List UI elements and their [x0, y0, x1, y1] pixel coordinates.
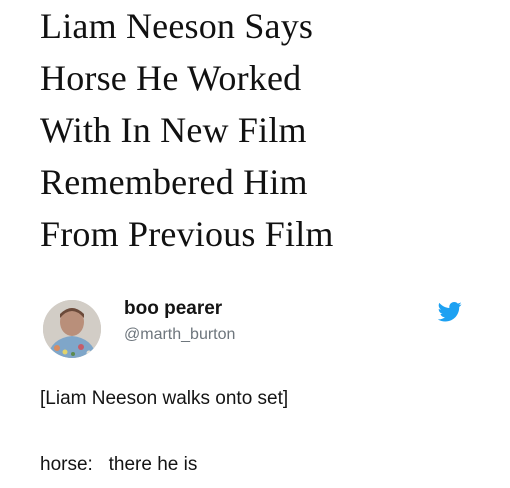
headline-line-4: Remembered Him: [40, 162, 308, 202]
tweet-text-line-1: [Liam Neeson walks onto set]: [40, 388, 289, 409]
user-handle[interactable]: @marth_burton: [124, 326, 235, 344]
headline-line-5: From Previous Film: [40, 214, 334, 254]
headline-line-1: Liam Neeson Says: [40, 6, 314, 46]
avatar[interactable]: [43, 300, 101, 358]
tweet-text-line-2: horse: there he is: [40, 454, 198, 475]
twitter-bird-icon: [438, 302, 462, 322]
headline-line-3: With In New Film: [40, 110, 307, 150]
avatar-image: [43, 300, 101, 358]
display-name[interactable]: boo pearer: [124, 298, 222, 320]
headline-line-2: Horse He Worked: [40, 58, 302, 98]
headline: Liam Neeson Says Horse He Worked With In…: [40, 0, 490, 260]
